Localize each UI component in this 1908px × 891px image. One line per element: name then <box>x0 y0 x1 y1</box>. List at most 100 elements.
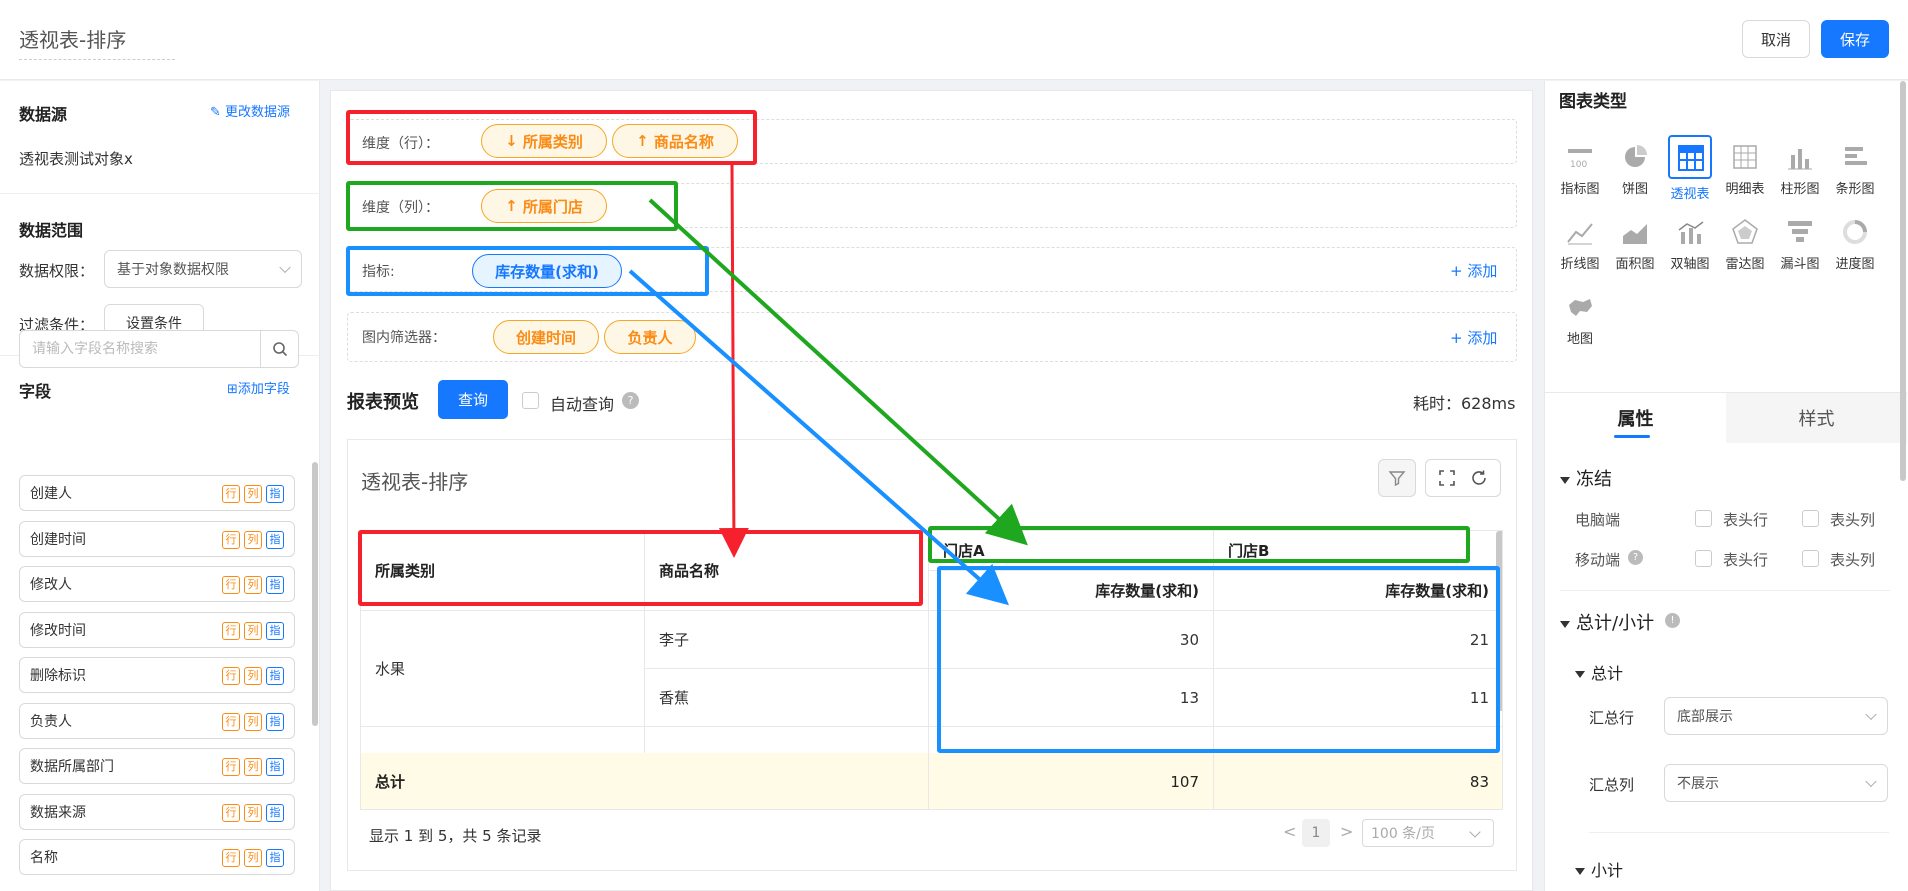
chart-type-4[interactable]: 柱形图 <box>1774 140 1826 197</box>
add-to-row-tag[interactable]: 行 <box>222 803 240 822</box>
add-to-column-tag[interactable]: 列 <box>244 485 262 503</box>
add-to-metric-tag[interactable]: 指 <box>266 576 284 594</box>
chart-type-9[interactable]: 雷达图 <box>1719 215 1771 272</box>
chart-type-7[interactable]: 面积图 <box>1609 215 1661 272</box>
permission-select[interactable]: 基于对象数据权限 <box>104 250 302 288</box>
page-number[interactable]: 1 <box>1302 819 1330 847</box>
page-size-select[interactable]: 100 条/页 <box>1362 819 1494 847</box>
page-title[interactable]: 透视表-排序 <box>19 24 175 60</box>
chart-type-label: 面积图 <box>1615 257 1655 272</box>
annotation-box-column-headers <box>928 526 1470 563</box>
field-item[interactable]: 删除标识 行列指 <box>19 657 295 693</box>
add-to-row-tag[interactable]: 行 <box>222 667 240 685</box>
freeze-section[interactable]: 冻结 <box>1560 465 1612 491</box>
caret-down-icon <box>1560 476 1570 484</box>
add-to-column-tag[interactable]: 列 <box>244 849 262 867</box>
add-to-column-tag[interactable]: 列 <box>244 667 262 685</box>
search-button[interactable] <box>260 331 298 367</box>
add-to-metric-tag[interactable]: 指 <box>266 803 284 822</box>
add-to-row-tag[interactable]: 行 <box>222 621 240 640</box>
add-to-row-tag[interactable]: 行 <box>222 530 240 549</box>
add-field-link[interactable]: ⊞添加字段 <box>227 378 290 397</box>
header-row-label: 表头行 <box>1723 551 1769 569</box>
add-to-row-tag[interactable]: 行 <box>222 576 240 594</box>
subtotal-subsection[interactable]: 小计 <box>1575 857 1623 881</box>
query-button[interactable]: 查询 <box>438 380 508 419</box>
add-to-row-tag[interactable]: 行 <box>222 758 240 776</box>
chart-type-10[interactable]: 漏斗图 <box>1774 215 1826 272</box>
add-to-column-tag[interactable]: 列 <box>244 758 262 776</box>
field-item[interactable]: 修改时间 行列指 <box>19 611 295 648</box>
add-to-metric-tag[interactable]: 指 <box>266 758 284 776</box>
add-to-metric-tag[interactable]: 指 <box>266 849 284 867</box>
desktop-header-row-checkbox[interactable] <box>1695 510 1712 527</box>
add-to-row-tag[interactable]: 行 <box>222 849 240 867</box>
add-to-metric-tag[interactable]: 指 <box>266 621 284 640</box>
add-to-row-tag[interactable]: 行 <box>222 485 240 503</box>
left-scrollbar[interactable] <box>312 462 318 726</box>
refresh-icon[interactable] <box>1470 469 1488 487</box>
chart-type-5[interactable]: 条形图 <box>1829 140 1881 197</box>
add-to-metric-tag[interactable]: 指 <box>266 667 284 685</box>
permission-value: 基于对象数据权限 <box>117 262 229 278</box>
add-label: 添加 <box>1467 262 1498 280</box>
add-to-metric-tag[interactable]: 指 <box>266 712 284 731</box>
permission-label: 数据权限： <box>19 262 95 280</box>
total-subtotal-section[interactable]: 总计/小计 <box>1560 609 1654 635</box>
help-icon[interactable]: ? <box>622 392 639 409</box>
filter-button[interactable] <box>1378 459 1416 497</box>
mobile-header-col-checkbox[interactable] <box>1802 550 1819 567</box>
cancel-button[interactable]: 取消 <box>1742 20 1810 58</box>
field-item[interactable]: 数据所属部门 行列指 <box>19 748 295 784</box>
add-to-column-tag[interactable]: 列 <box>244 530 262 549</box>
field-search-input[interactable] <box>20 331 260 367</box>
chart-type-2[interactable]: 透视表 <box>1664 135 1716 202</box>
prev-page-icon[interactable]: < <box>1283 822 1296 841</box>
help-icon[interactable]: ? <box>1628 550 1643 565</box>
add-metric-link[interactable]: + 添加 <box>1450 260 1497 281</box>
chart-type-icon <box>1838 140 1872 174</box>
info-icon[interactable]: ! <box>1665 613 1680 628</box>
change-datasource-link[interactable]: ✎ 更改数据源 <box>210 101 290 120</box>
next-page-icon[interactable]: > <box>1340 822 1353 841</box>
chart-type-label: 明细表 <box>1725 182 1765 197</box>
field-item[interactable]: 数据来源 行列指 <box>19 793 295 830</box>
fullscreen-icon[interactable] <box>1438 469 1456 487</box>
chart-type-icon <box>1563 290 1597 324</box>
tab-style[interactable]: 样式 <box>1726 393 1907 443</box>
add-to-metric-tag[interactable]: 指 <box>266 485 284 503</box>
total-row-select[interactable]: 底部展示 <box>1664 697 1888 735</box>
add-to-column-tag[interactable]: 列 <box>244 621 262 640</box>
chart-type-1[interactable]: 饼图 <box>1609 140 1661 197</box>
chart-type-11[interactable]: 进度图 <box>1829 215 1881 272</box>
add-to-metric-tag[interactable]: 指 <box>266 530 284 549</box>
right-scrollbar[interactable] <box>1900 81 1906 481</box>
field-item[interactable]: 创建人 行列指 <box>19 475 295 511</box>
chart-type-label: 漏斗图 <box>1780 257 1820 272</box>
mobile-header-row-checkbox[interactable] <box>1695 550 1712 567</box>
add-to-column-tag[interactable]: 列 <box>244 576 262 594</box>
chart-type-12[interactable]: 地图 <box>1554 290 1606 347</box>
svg-text:100: 100 <box>1570 160 1587 170</box>
filter-chip[interactable]: 负责人 <box>604 320 696 354</box>
add-filter-link[interactable]: + 添加 <box>1450 327 1497 348</box>
add-to-column-tag[interactable]: 列 <box>244 803 262 822</box>
add-to-row-tag[interactable]: 行 <box>222 712 240 731</box>
filter-chip[interactable]: 创建时间 <box>493 320 599 354</box>
desktop-header-col-checkbox[interactable] <box>1802 510 1819 527</box>
total-subsection[interactable]: 总计 <box>1575 660 1623 684</box>
field-item[interactable]: 修改人 行列指 <box>19 566 295 602</box>
save-button[interactable]: 保存 <box>1821 20 1889 58</box>
add-to-column-tag[interactable]: 列 <box>244 712 262 731</box>
chart-type-3[interactable]: 明细表 <box>1719 140 1771 197</box>
field-item[interactable]: 创建时间 行列指 <box>19 520 295 557</box>
field-item[interactable]: 名称 行列指 <box>19 839 295 875</box>
chart-type-icon <box>1783 215 1817 249</box>
total-col-select[interactable]: 不展示 <box>1664 764 1888 802</box>
auto-query-checkbox[interactable] <box>522 392 539 409</box>
chart-type-0[interactable]: 100 指标图 <box>1554 140 1606 197</box>
field-item[interactable]: 负责人 行列指 <box>19 702 295 739</box>
property-tabs: 属性 样式 <box>1545 392 1907 443</box>
chart-type-8[interactable]: 双轴图 <box>1664 215 1716 272</box>
chart-type-6[interactable]: 折线图 <box>1554 215 1606 272</box>
